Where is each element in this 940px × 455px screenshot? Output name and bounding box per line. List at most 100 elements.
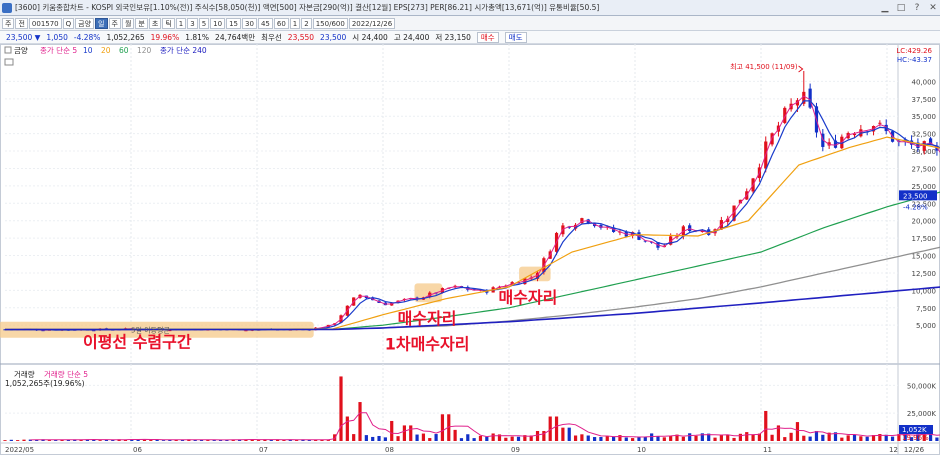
volume-bar: [149, 440, 153, 441]
low-price: 저 23,150: [435, 32, 471, 42]
volume-bar: [852, 434, 857, 441]
scroll-icon: [4, 58, 14, 66]
toolbar-button[interactable]: 150/600: [312, 17, 348, 29]
volume-bar: [459, 438, 464, 441]
volume-bar: [719, 434, 723, 441]
volume-bar: [751, 434, 755, 441]
toolbar-button[interactable]: 3: [187, 17, 198, 29]
volume-bar: [434, 434, 438, 441]
y-tick-label: 7,500: [916, 305, 936, 313]
toolbar-button[interactable]: 2022/12/26: [348, 17, 396, 29]
volume-bar: [485, 436, 489, 441]
volume-bar: [22, 439, 26, 441]
toolbar-button[interactable]: 주: [2, 17, 15, 29]
volume-bar: [428, 438, 432, 441]
toolbar-button[interactable]: 1: [175, 17, 187, 29]
legend-entry: 20: [101, 46, 111, 55]
toolbar-button[interactable]: 5: [198, 17, 210, 29]
high-annotation: 최고 41,500 (11/09): [730, 62, 798, 71]
best-quote-label: 최우선: [261, 32, 282, 42]
y-tick-label: 37,500: [912, 96, 937, 104]
toolbar-button[interactable]: 30: [242, 17, 257, 29]
toolbar-button[interactable]: 10: [210, 17, 226, 29]
volume-bar: [371, 436, 375, 441]
volume-bar: [256, 440, 261, 441]
toolbar-button[interactable]: 월: [121, 17, 135, 29]
legend-toggle-icon: [4, 46, 12, 54]
volume-tick-label: 50,000K: [907, 382, 936, 390]
volume-bar: [440, 414, 445, 441]
close-button[interactable]: ✕: [926, 2, 940, 14]
ma20-line: [4, 136, 940, 330]
y-tick-label: 20,000: [912, 218, 937, 226]
volume-bar: [592, 437, 597, 441]
y-tick-label: 35,000: [912, 113, 937, 121]
volume-bar: [472, 438, 476, 441]
legend-entry: 종가 단순 5: [40, 45, 77, 55]
price-tag-value: 23,500: [903, 192, 928, 200]
volume-bar: [605, 436, 609, 441]
toolbar-button[interactable]: 분: [135, 17, 148, 29]
volume-bar: [713, 437, 717, 441]
toolbar-button[interactable]: 001570: [28, 17, 62, 29]
volume-bar: [662, 437, 666, 441]
toolbar-button[interactable]: 틱: [162, 17, 175, 29]
toolbar-button[interactable]: Q: [62, 17, 75, 29]
ask-price: 23,550: [287, 32, 315, 42]
volume-bar: [808, 436, 812, 441]
x-tick-label: 07: [259, 446, 268, 454]
quote-bar: 23,500 ▼ 1,050 -4.28% 1,052,265 19.96% 1…: [0, 31, 940, 44]
toolbar-button[interactable]: 2: [301, 17, 312, 29]
toolbar-button[interactable]: 일: [95, 17, 108, 29]
help-button[interactable]: ?: [910, 2, 924, 14]
x-tick-label: 09: [511, 446, 520, 454]
candle-up: [922, 141, 926, 151]
volume-title: 거래량: [14, 370, 35, 379]
volume-bar: [98, 440, 102, 441]
volume-bar: [421, 433, 426, 441]
volume-bar: [821, 434, 825, 441]
volume-bar: [624, 437, 628, 441]
maximize-button[interactable]: □: [894, 2, 908, 14]
volume-bar: [631, 438, 635, 441]
toolbar-button[interactable]: 1: [289, 17, 301, 29]
legend-entry: 10: [83, 46, 93, 55]
volume-bar: [326, 440, 330, 441]
toolbar-button[interactable]: 60: [273, 17, 289, 29]
volume-tick-label: 25,000K: [907, 410, 936, 418]
volume-bar: [770, 434, 774, 441]
volume-bar: [783, 437, 787, 441]
volume-bar: [650, 433, 654, 441]
volume-bar: [535, 430, 540, 441]
legend-entry: 종가 단순 240: [160, 45, 207, 55]
toolbar-button[interactable]: 초: [148, 17, 162, 29]
buy-button[interactable]: 매수: [476, 31, 499, 43]
legend-entry: 60: [119, 46, 129, 55]
price-tag-percent: -4.28%: [903, 203, 928, 211]
chart-frame: [0, 44, 940, 455]
volume-bar: [554, 416, 559, 441]
stock-chart[interactable]: 5,0007,50010,00012,50015,00017,50020,000…: [0, 44, 940, 455]
volume-bar: [789, 432, 793, 441]
annotation-text: 매수자리: [398, 309, 457, 328]
volume-bar: [586, 435, 590, 441]
volume-bar: [161, 440, 166, 441]
y-tick-label: 5,000: [916, 322, 936, 330]
volume-bar: [637, 437, 641, 441]
x-tick-label: 10: [637, 446, 646, 454]
toolbar-button[interactable]: 15: [226, 17, 242, 29]
toolbar-button[interactable]: 주: [108, 17, 121, 29]
minimize-button[interactable]: ▁: [878, 2, 892, 14]
y-tick-label: 15,000: [912, 253, 937, 261]
volume-tag-percent: 19.96%: [902, 434, 929, 442]
sell-button[interactable]: 매도: [504, 31, 527, 43]
volume-bar: [745, 432, 749, 441]
lc-label: LC:429.26: [896, 47, 932, 55]
toolbar-button[interactable]: 금양: [75, 17, 95, 29]
volume-bar: [732, 437, 736, 441]
volume-bar: [491, 433, 495, 441]
toolbar-button[interactable]: 45: [257, 17, 273, 29]
volume-bar: [840, 437, 844, 441]
volume-bar: [377, 435, 381, 441]
toolbar-button[interactable]: 전: [15, 17, 28, 29]
